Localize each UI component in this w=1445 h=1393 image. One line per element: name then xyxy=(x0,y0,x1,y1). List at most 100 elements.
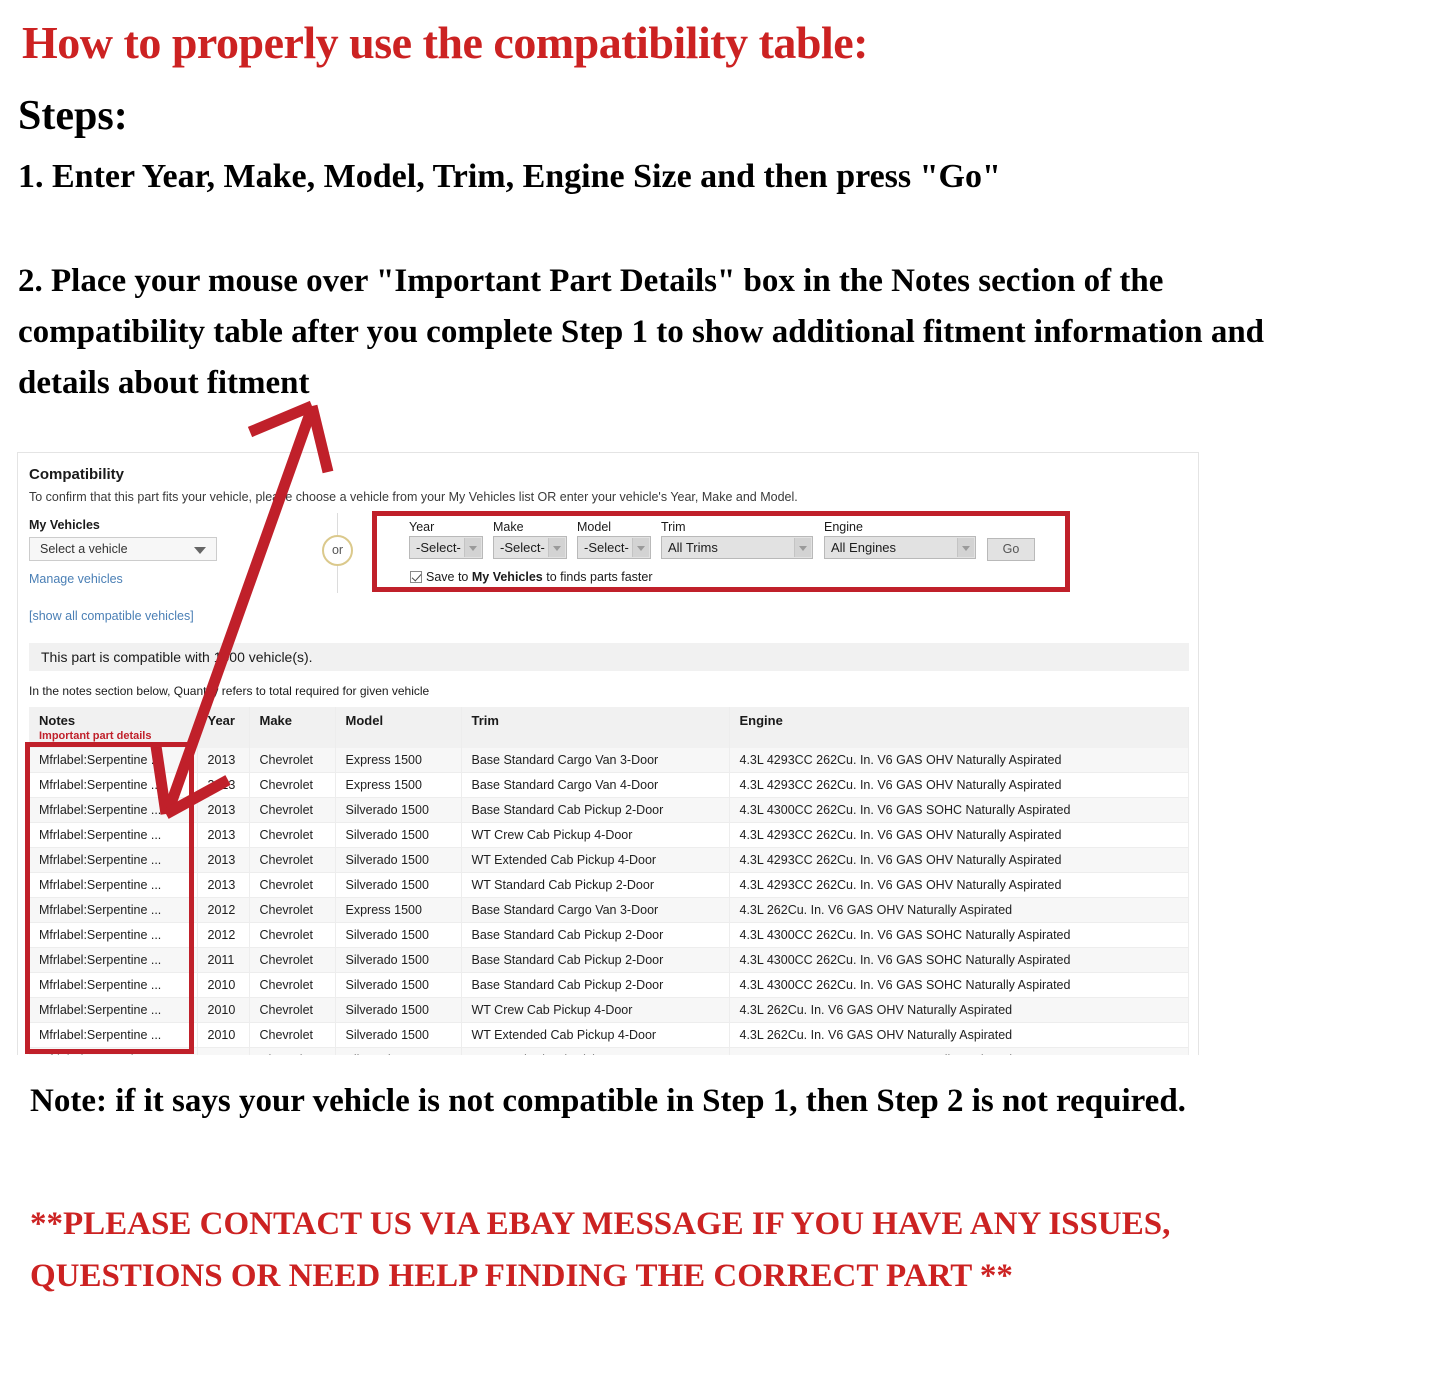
cell-make: Chevrolet xyxy=(249,847,336,873)
my-vehicles-select-value: Select a vehicle xyxy=(40,542,128,556)
bottom-note-text: Note: if it says your vehicle is not com… xyxy=(30,1083,1186,1119)
chevron-down-icon xyxy=(194,547,206,554)
cell-make: Chevrolet xyxy=(249,748,336,773)
cell-model: Silverado 1500 xyxy=(335,1022,462,1048)
show-all-compatible-vehicles-link[interactable]: [show all compatible vehicles] xyxy=(29,609,194,623)
cell-trim: Base Standard Cargo Van 4-Door xyxy=(461,772,730,798)
cell-trim: WT Standard Cab Pickup 2-Door xyxy=(461,872,730,898)
steps-label: Steps: xyxy=(18,93,128,139)
cell-engine: 4.3L 4293CC 262Cu. In. V6 GAS OHV Natura… xyxy=(729,872,1189,898)
cell-make: Chevrolet xyxy=(249,922,336,948)
select-year[interactable]: -Select- xyxy=(409,536,483,559)
cell-trim: Base Standard Cab Pickup 2-Door xyxy=(461,922,730,948)
page-title: How to properly use the compatibility ta… xyxy=(22,17,868,68)
cell-engine: 4.3L 4300CC 262Cu. In. V6 GAS SOHC Natur… xyxy=(729,972,1189,998)
chevron-down-icon xyxy=(957,538,974,557)
compatibility-subtitle: To confirm that this part fits your vehi… xyxy=(29,490,798,504)
field-make: Make -Select- xyxy=(493,520,567,559)
cell-notes[interactable]: Mfrlabel:Serpentine ... xyxy=(29,1047,198,1055)
cell-year: 2010 xyxy=(197,972,250,998)
cell-trim: WT Extended Cab Pickup 4-Door xyxy=(461,1022,730,1048)
cell-model: Silverado 1500 xyxy=(335,947,462,973)
select-engine[interactable]: All Engines xyxy=(824,536,976,559)
important-part-details-label[interactable]: Important part details xyxy=(39,730,197,742)
field-label-trim: Trim xyxy=(661,520,686,534)
my-vehicles-label: My Vehicles xyxy=(29,518,100,532)
cell-year: 2013 xyxy=(197,797,250,823)
cell-notes[interactable]: Mfrlabel:Serpentine ... xyxy=(29,847,198,873)
cell-model: Express 1500 xyxy=(335,897,462,923)
cell-year: 2013 xyxy=(197,872,250,898)
chevron-down-icon xyxy=(464,538,481,557)
cell-notes[interactable]: Mfrlabel:Serpentine ... xyxy=(29,872,198,898)
compatibility-heading: Compatibility xyxy=(29,466,125,483)
save-text-bold: My Vehicles xyxy=(471,570,543,584)
column-header-year: Year xyxy=(197,707,250,748)
cell-model: Silverado 1500 xyxy=(335,997,462,1023)
or-badge-label: or xyxy=(322,535,353,566)
go-button[interactable]: Go xyxy=(987,538,1035,561)
cell-notes[interactable]: Mfrlabel:Serpentine ... xyxy=(29,822,198,848)
fitment-table-head: Notes Important part details Year Make Model… xyxy=(29,707,1189,748)
cell-engine: 4.3L 4300CC 262Cu. In. V6 GAS SOHC Natur… xyxy=(729,947,1189,973)
cell-trim: Base Standard Cab Pickup 2-Door xyxy=(461,972,730,998)
cell-year: 2013 xyxy=(197,847,250,873)
my-vehicles-select[interactable]: Select a vehicle xyxy=(29,537,217,561)
cell-notes[interactable]: Mfrlabel:Serpentine ... xyxy=(29,997,198,1023)
cell-make: Chevrolet xyxy=(249,1022,336,1048)
column-header-notes: Notes Important part details xyxy=(29,707,198,748)
cell-notes[interactable]: Mfrlabel:Serpentine ... xyxy=(29,797,198,823)
save-to-my-vehicles-checkbox[interactable] xyxy=(410,571,422,583)
cell-year: 2012 xyxy=(197,897,250,923)
compatibility-panel: Compatibility To confirm that this part … xyxy=(17,452,1199,1055)
field-label-year: Year xyxy=(409,520,435,534)
cell-engine: 4.3L 4293CC 262Cu. In. V6 GAS OHV Natura… xyxy=(729,772,1189,798)
field-label-engine: Engine xyxy=(824,520,863,534)
select-value-make: -Select- xyxy=(500,540,545,555)
cell-year: 2012 xyxy=(197,922,250,948)
cell-engine: 4.3L 4300CC 262Cu. In. V6 GAS SOHC Natur… xyxy=(729,922,1189,948)
cell-notes[interactable]: Mfrlabel:Serpentine ... xyxy=(29,922,198,948)
manage-vehicles-link[interactable]: Manage vehicles xyxy=(29,572,123,586)
cell-year: 2013 xyxy=(197,772,250,798)
cell-make: Chevrolet xyxy=(249,947,336,973)
column-header-trim: Trim xyxy=(461,707,730,748)
save-to-my-vehicles-row[interactable]: Save to My Vehicles to finds parts faste… xyxy=(410,570,653,584)
fitment-table: Notes Important part details Year Make Model… xyxy=(29,707,1189,1055)
field-trim: Trim All Trims xyxy=(661,520,813,559)
cell-trim: WT Crew Cab Pickup 4-Door xyxy=(461,822,730,848)
cell-make: Chevrolet xyxy=(249,872,336,898)
cell-notes[interactable]: Mfrlabel:Serpentine ... xyxy=(29,1022,198,1048)
table-row: Mfrlabel:Serpentine ... 2013 Chevrolet Silv… xyxy=(29,872,1189,898)
cell-model: Silverado 1500 xyxy=(335,972,462,998)
step-1-text: 1. Enter Year, Make, Model, Trim, Engine… xyxy=(18,158,1001,195)
cell-notes[interactable]: Mfrlabel:Serpentine ... xyxy=(29,748,198,773)
step-2-text: 2. Place your mouse over "Important Part… xyxy=(18,263,1265,402)
cell-engine: 4.3L 262Cu. In. V6 GAS OHV Naturally Asp… xyxy=(729,997,1189,1023)
table-row: Mfrlabel:Serpentine ...2010ChevroletSilv… xyxy=(29,1022,1189,1048)
chevron-down-icon xyxy=(548,538,565,557)
cell-notes[interactable]: Mfrlabel:Serpentine ... xyxy=(29,972,198,998)
cell-make: Chevrolet xyxy=(249,972,336,998)
cell-trim: WT Standard Cab Pickup 2-Door xyxy=(461,1047,730,1055)
cell-make: Chevrolet xyxy=(249,772,336,798)
cell-trim: WT Crew Cab Pickup 4-Door xyxy=(461,997,730,1023)
cell-make: Chevrolet xyxy=(249,822,336,848)
select-trim[interactable]: All Trims xyxy=(661,536,813,559)
cell-notes[interactable]: Mfrlabel:Serpentine ... xyxy=(29,772,198,798)
column-header-engine: Engine xyxy=(729,707,1189,748)
fitment-table-body: Mfrlabel:Serpentine ... 2013 Chevrolet Expr… xyxy=(29,748,1189,1055)
column-header-model: Model xyxy=(335,707,462,748)
or-separator: or xyxy=(318,513,358,593)
cell-model: Silverado 1500 xyxy=(335,872,462,898)
cell-make: Chevrolet xyxy=(249,997,336,1023)
select-model[interactable]: -Select- xyxy=(577,536,651,559)
field-label-model: Model xyxy=(577,520,612,534)
cell-notes[interactable]: Mfrlabel:Serpentine ... xyxy=(29,897,198,923)
table-row: Mfrlabel:Serpentine ...2010ChevroletSilv… xyxy=(29,997,1189,1023)
cell-year: 2013 xyxy=(197,748,250,773)
cell-notes[interactable]: Mfrlabel:Serpentine ... xyxy=(29,947,198,973)
select-value-year: -Select- xyxy=(416,540,461,555)
select-make[interactable]: -Select- xyxy=(493,536,567,559)
select-value-model: -Select- xyxy=(584,540,629,555)
